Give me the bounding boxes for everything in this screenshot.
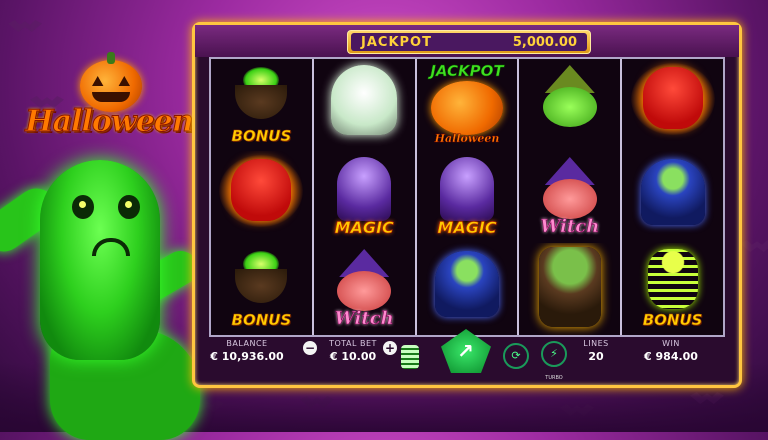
- reel-5: BONUS: [622, 59, 723, 335]
- balance-label: BALANCE: [226, 339, 268, 348]
- ghost-mascot: [0, 160, 204, 440]
- symbol-cauldron: BONUS: [211, 59, 312, 151]
- symbol-witch: Witch: [314, 243, 415, 335]
- symbol-wizard: MAGIC: [314, 151, 415, 243]
- slot-machine: JACKPOT 5,000.00 BONUS BONUS MAGIC Witch…: [192, 22, 742, 388]
- lines-value: 20: [588, 350, 604, 363]
- symbol-wizard: MAGIC: [417, 151, 518, 243]
- symbol-label: MAGIC: [334, 218, 394, 238]
- spin-arrow-icon: ↗: [457, 339, 474, 363]
- symbol-ghost: [314, 59, 415, 151]
- symbol-label: MAGIC: [437, 218, 497, 238]
- autoplay-icon[interactable]: ⟳: [503, 343, 529, 369]
- control-bar: BALANCE € 10,936.00 − TOTAL BET € 10.00 …: [201, 329, 733, 381]
- symbol-frankenstein: [519, 243, 620, 335]
- symbol-cauldron: BONUS: [211, 243, 312, 335]
- symbol-devil: [622, 59, 723, 151]
- bat-decoration: [8, 20, 42, 32]
- bat-decoration: [740, 240, 768, 252]
- win-display: WIN € 984.00: [631, 339, 711, 363]
- win-value: € 984.00: [644, 350, 698, 363]
- reels: BONUS BONUS MAGIC Witch JACKPOT Hallowee…: [209, 57, 725, 337]
- game-logo: Halloween: [14, 52, 204, 148]
- symbol-sublabel: Halloween: [434, 132, 500, 145]
- symbol-label: JACKPOT: [430, 62, 504, 81]
- reel-3: JACKPOT Halloween MAGIC: [417, 59, 520, 335]
- jackpot-value: 5,000.00: [512, 34, 577, 50]
- jackpot-display: JACKPOT 5,000.00: [347, 30, 591, 54]
- lines-label: LINES: [583, 339, 609, 348]
- balance-value: € 10,936.00: [210, 350, 284, 363]
- symbol-skeleton: BONUS: [622, 243, 723, 335]
- turbo-button[interactable]: ⚡ TURBO: [541, 341, 567, 381]
- total-bet-value: € 10.00: [329, 350, 377, 363]
- coins-icon[interactable]: [401, 345, 419, 369]
- symbol-vampire: [417, 243, 518, 335]
- logo-text: Halloween: [25, 104, 194, 140]
- symbol-pumpkin-jackpot: JACKPOT Halloween: [417, 59, 518, 151]
- decrease-bet-button[interactable]: −: [303, 341, 317, 355]
- reel-1: BONUS BONUS: [211, 59, 314, 335]
- reel-2: MAGIC Witch: [314, 59, 417, 335]
- symbol-label: BONUS: [642, 311, 703, 330]
- symbol-label: BONUS: [231, 311, 292, 330]
- win-label: WIN: [662, 339, 680, 348]
- reel-4: Witch: [519, 59, 623, 335]
- jackpot-label: JACKPOT: [361, 34, 432, 50]
- symbol-witch-green: [519, 59, 620, 151]
- symbol-witch: Witch: [519, 151, 620, 243]
- symbol-label: Witch: [540, 216, 600, 238]
- symbol-label: Witch: [334, 308, 394, 330]
- total-bet-label: TOTAL BET: [329, 339, 377, 348]
- machine-header: JACKPOT 5,000.00: [195, 25, 739, 57]
- lines-display: LINES 20: [571, 339, 621, 363]
- turbo-label: TURBO: [545, 375, 563, 381]
- symbol-label: BONUS: [231, 127, 292, 146]
- total-bet-display: TOTAL BET € 10.00: [317, 339, 389, 363]
- symbol-vampire: [622, 151, 723, 243]
- balance-display: BALANCE € 10,936.00: [207, 339, 287, 363]
- increase-bet-button[interactable]: +: [383, 341, 397, 355]
- symbol-devil: [211, 151, 312, 243]
